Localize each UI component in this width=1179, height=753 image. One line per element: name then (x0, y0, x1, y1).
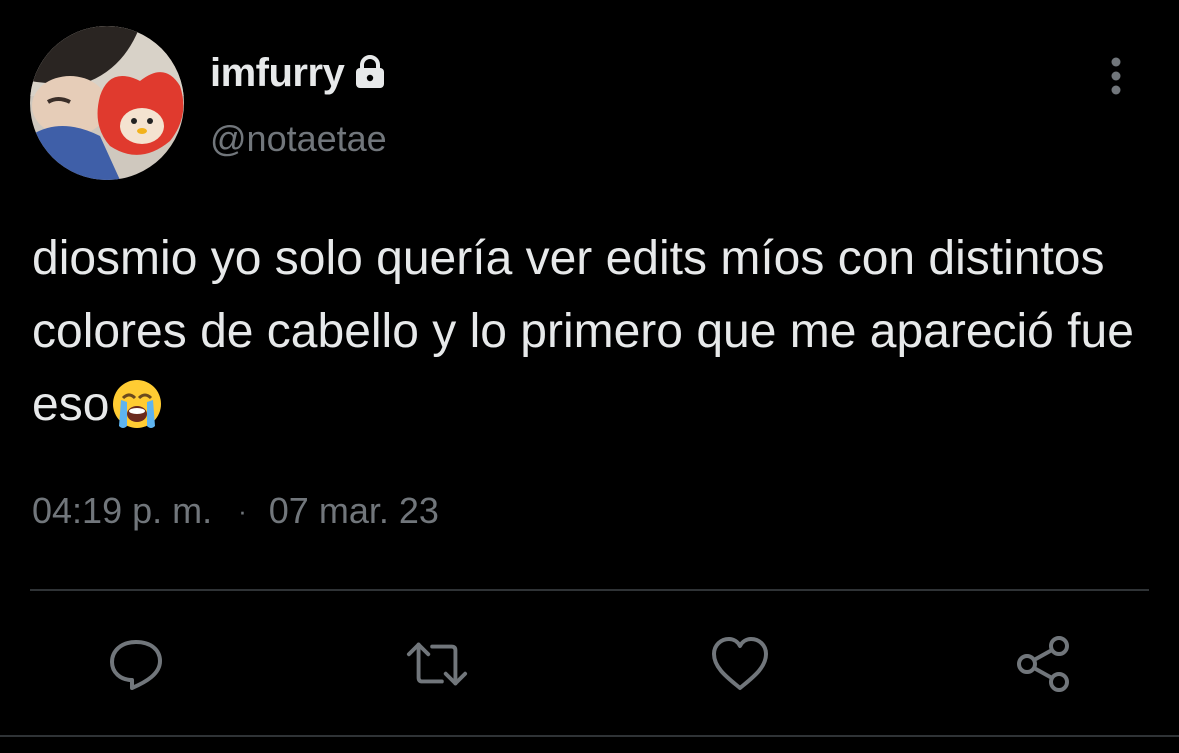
tweet-meta: 04:19 p. m. · 07 mar. 23 (32, 490, 439, 532)
retweet-icon (406, 642, 468, 686)
more-options-button[interactable] (1096, 50, 1136, 102)
reply-icon (110, 640, 162, 690)
tweet-body: diosmio yo solo quería ver edits míos co… (32, 232, 1134, 431)
heart-icon (712, 637, 768, 690)
tweet-time[interactable]: 04:19 p. m. (32, 490, 212, 532)
tweet-text: diosmio yo solo quería ver edits míos co… (32, 222, 1162, 451)
more-vertical-icon (1111, 57, 1121, 95)
share-button[interactable] (1012, 632, 1076, 696)
display-name-row[interactable]: imfurry (210, 48, 388, 98)
divider (30, 589, 1149, 591)
reply-button[interactable] (104, 632, 168, 696)
tweet-date[interactable]: 07 mar. 23 (269, 490, 439, 532)
display-name[interactable]: imfurry (210, 51, 345, 96)
user-handle[interactable]: @notaetae (210, 118, 387, 160)
like-button[interactable] (708, 632, 772, 696)
avatar[interactable] (30, 26, 184, 180)
share-icon (1017, 636, 1069, 692)
bottom-divider (0, 735, 1179, 737)
retweet-button[interactable] (405, 632, 469, 696)
lock-icon (352, 54, 388, 95)
tweet-card: imfurry @notaetae diosmio yo solo quería… (0, 0, 1179, 753)
meta-separator: · (238, 495, 247, 526)
loudly-crying-face-emoji (111, 378, 163, 451)
